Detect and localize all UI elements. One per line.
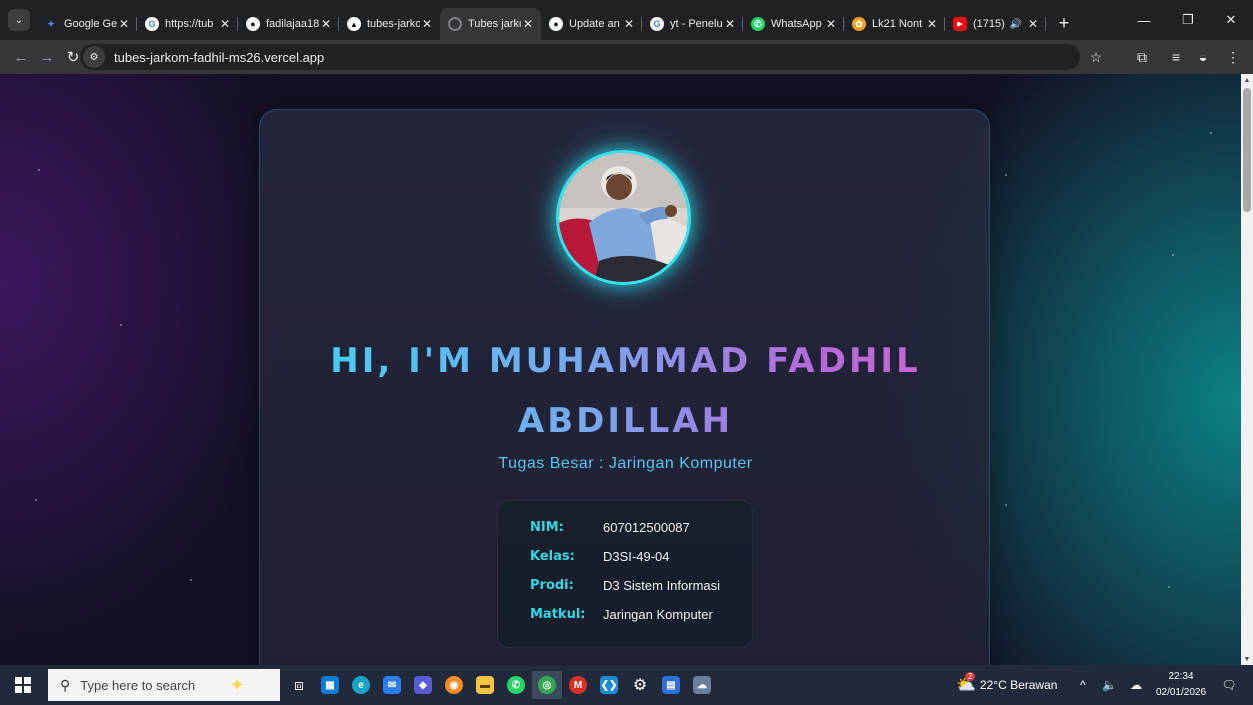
profile-icon[interactable]: ◒: [1190, 44, 1216, 70]
whatsapp-icon: ✆: [751, 17, 765, 31]
restore-button[interactable]: ❐: [1166, 0, 1210, 40]
tab[interactable]: ● Update an ✕: [541, 8, 642, 40]
tab-close-icon[interactable]: ✕: [723, 17, 737, 31]
tab[interactable]: ▶ (1715) 🔊 ✕: [945, 8, 1046, 40]
app-icon[interactable]: ☁: [687, 671, 717, 699]
address-url[interactable]: tubes-jarkom-fadhil-ms26.vercel.app: [114, 50, 324, 65]
page-viewport: HI, I'M MUHAMMAD FADHIL ABDILLAH Tugas B…: [0, 74, 1241, 665]
store-icon[interactable]: ▦: [315, 671, 345, 699]
tab-close-icon[interactable]: ✕: [1026, 17, 1040, 31]
browser-toolbar: ← → ↻ ⚙ tubes-jarkom-fadhil-ms26.vercel.…: [0, 40, 1253, 74]
firefox-icon[interactable]: ◉: [439, 671, 469, 699]
google-icon: G: [145, 17, 159, 31]
gmail-icon[interactable]: M: [563, 671, 593, 699]
avatar: [556, 150, 691, 285]
whatsapp-icon[interactable]: ✆: [501, 671, 531, 699]
start-button[interactable]: [0, 665, 46, 705]
vertical-scrollbar[interactable]: ▲ ▼: [1241, 74, 1253, 665]
address-bar[interactable]: ⚙ tubes-jarkom-fadhil-ms26.vercel.app: [80, 44, 1080, 70]
info-row-prodi: Prodi: D3 Sistem Informasi: [530, 577, 721, 593]
page-title-line2: ABDILLAH: [517, 401, 734, 441]
settings-gear-icon[interactable]: ⚙: [625, 671, 655, 699]
lk21-icon: ✿: [852, 17, 866, 31]
tab[interactable]: ▲ tubes-jarko ✕: [339, 8, 440, 40]
profile-card: HI, I'M MUHAMMAD FADHIL ABDILLAH Tugas B…: [259, 109, 990, 665]
gemini-icon: ✦: [47, 18, 55, 29]
back-button[interactable]: ←: [8, 44, 34, 70]
tab[interactable]: ● fadilajaa18 ✕: [238, 8, 339, 40]
tab-close-icon[interactable]: ✕: [218, 17, 232, 31]
chevron-up-icon[interactable]: ^: [1080, 665, 1086, 705]
page-title: HI, I'M MUHAMMAD FADHIL ABDILLAH: [260, 335, 991, 447]
tab[interactable]: ✦ Google Ge ✕: [36, 8, 137, 40]
reading-list-icon[interactable]: ≡: [1163, 44, 1189, 70]
windows-icon: [15, 677, 31, 693]
arrow-right-icon: →: [39, 48, 55, 66]
site-info-icon[interactable]: ⚙: [83, 46, 105, 68]
github-icon: ●: [549, 17, 563, 31]
onedrive-icon[interactable]: ☁: [1130, 665, 1142, 705]
tab[interactable]: Gyt - Penelu ✕: [642, 8, 743, 40]
weather-widget[interactable]: ⛅ 2 22°C Berawan: [956, 665, 1057, 705]
tab-close-icon[interactable]: ✕: [420, 17, 434, 31]
tab-close-icon[interactable]: ✕: [622, 17, 636, 31]
tab-close-icon[interactable]: ✕: [925, 17, 939, 31]
page-title-line1: HI, I'M MUHAMMAD FADHIL: [330, 341, 921, 381]
tab-close-icon[interactable]: ✕: [521, 17, 535, 31]
extensions-icon[interactable]: ⧉: [1129, 44, 1155, 70]
mail-icon[interactable]: ✉: [377, 671, 407, 699]
reload-icon: ↻: [66, 49, 80, 66]
scroll-up-icon[interactable]: ▲: [1241, 74, 1253, 86]
github-icon: ●: [246, 17, 260, 31]
audio-playing-icon[interactable]: 🔊: [1010, 19, 1022, 30]
tab[interactable]: ✿ Lk21 Nont ✕: [844, 8, 945, 40]
tab[interactable]: ✆ WhatsApp ✕: [743, 8, 844, 40]
app-icon[interactable]: ▤: [656, 671, 686, 699]
bookmark-star-icon[interactable]: ☆: [1083, 44, 1109, 70]
info-box: NIM: 607012500087 Kelas: D3SI-49-04 Prod…: [497, 500, 753, 648]
profile-photo: [559, 153, 688, 282]
edge-icon[interactable]: e: [346, 671, 376, 699]
tab-close-icon[interactable]: ✕: [117, 17, 131, 31]
google-icon: G: [650, 17, 664, 31]
file-explorer-icon[interactable]: ▬: [470, 671, 500, 699]
tab-active[interactable]: Tubes jarko ✕: [440, 8, 541, 40]
scrollbar-thumb[interactable]: [1243, 88, 1251, 212]
loading-icon: [448, 17, 462, 31]
info-row-matkul: Matkul: Jaringan Komputer: [530, 606, 713, 622]
clock[interactable]: 22:34 02/01/2026: [1153, 669, 1209, 701]
tab-close-icon[interactable]: ✕: [824, 17, 838, 31]
weather-icon: ⛅ 2: [956, 672, 976, 694]
volume-icon[interactable]: 🔈: [1102, 665, 1117, 705]
vscode-icon[interactable]: ❮❯: [594, 671, 624, 699]
youtube-icon: ▶: [953, 17, 967, 31]
page-subtitle: Tugas Besar : Jaringan Komputer: [498, 455, 753, 472]
arrow-left-icon: ←: [13, 48, 29, 66]
info-row-nim: NIM: 607012500087: [530, 519, 690, 535]
menu-kebab-icon[interactable]: ⋮: [1220, 44, 1246, 70]
tab-close-icon[interactable]: ✕: [319, 17, 333, 31]
tab-search-button[interactable]: ⌄: [8, 9, 30, 31]
chrome-icon[interactable]: ◎: [532, 671, 562, 699]
search-icon: ⚲: [60, 676, 71, 693]
scroll-down-icon[interactable]: ▼: [1241, 653, 1253, 665]
chevron-down-icon: ⌄: [14, 14, 24, 26]
vercel-icon: ▲: [347, 17, 361, 31]
forward-button[interactable]: →: [34, 44, 60, 70]
copilot-sparkle-icon[interactable]: ✦: [222, 671, 252, 699]
close-window-button[interactable]: ✕: [1209, 0, 1253, 40]
taskbar: ⚲ Type here to search ✦ ⧈ ▦ e ✉ ◆ ◉ ▬ ✆ …: [0, 665, 1253, 705]
app-icon[interactable]: ◆: [408, 671, 438, 699]
tab[interactable]: Ghttps://tub ✕: [137, 8, 238, 40]
tab-strip: ⌄ ✦ Google Ge ✕ Ghttps://tub ✕ ● fadilajaa18…: [0, 0, 1253, 40]
new-tab-button[interactable]: +: [1050, 9, 1078, 37]
task-view-icon[interactable]: ⧈: [284, 671, 314, 699]
info-row-kelas: Kelas: D3SI-49-04: [530, 548, 670, 564]
notification-icon[interactable]: 🗨: [1220, 676, 1238, 694]
minimize-button[interactable]: —: [1122, 0, 1166, 40]
